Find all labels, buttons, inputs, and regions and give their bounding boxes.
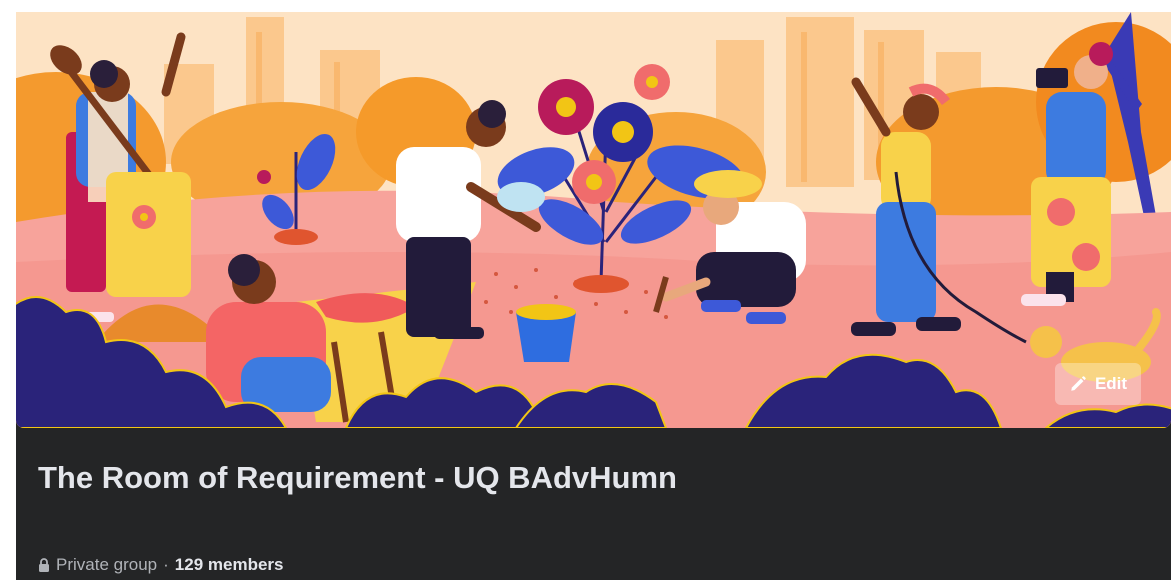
edit-cover-button[interactable]: Edit	[1055, 363, 1141, 405]
group-meta: Private group · 129 members	[38, 555, 283, 575]
group-header-card: Edit The Room of Requirement - UQ BAdvHu…	[16, 12, 1171, 580]
members-count[interactable]: 129 members	[175, 555, 284, 575]
meta-separator: ·	[163, 555, 169, 574]
cover-photo[interactable]: Edit	[16, 12, 1171, 428]
pencil-icon	[1071, 376, 1086, 391]
group-title[interactable]: The Room of Requirement - UQ BAdvHumn	[38, 460, 758, 496]
lock-icon	[39, 558, 49, 572]
privacy-label[interactable]: Private group	[56, 555, 157, 575]
cover-illustration	[16, 12, 1171, 428]
edit-label: Edit	[1094, 374, 1128, 393]
